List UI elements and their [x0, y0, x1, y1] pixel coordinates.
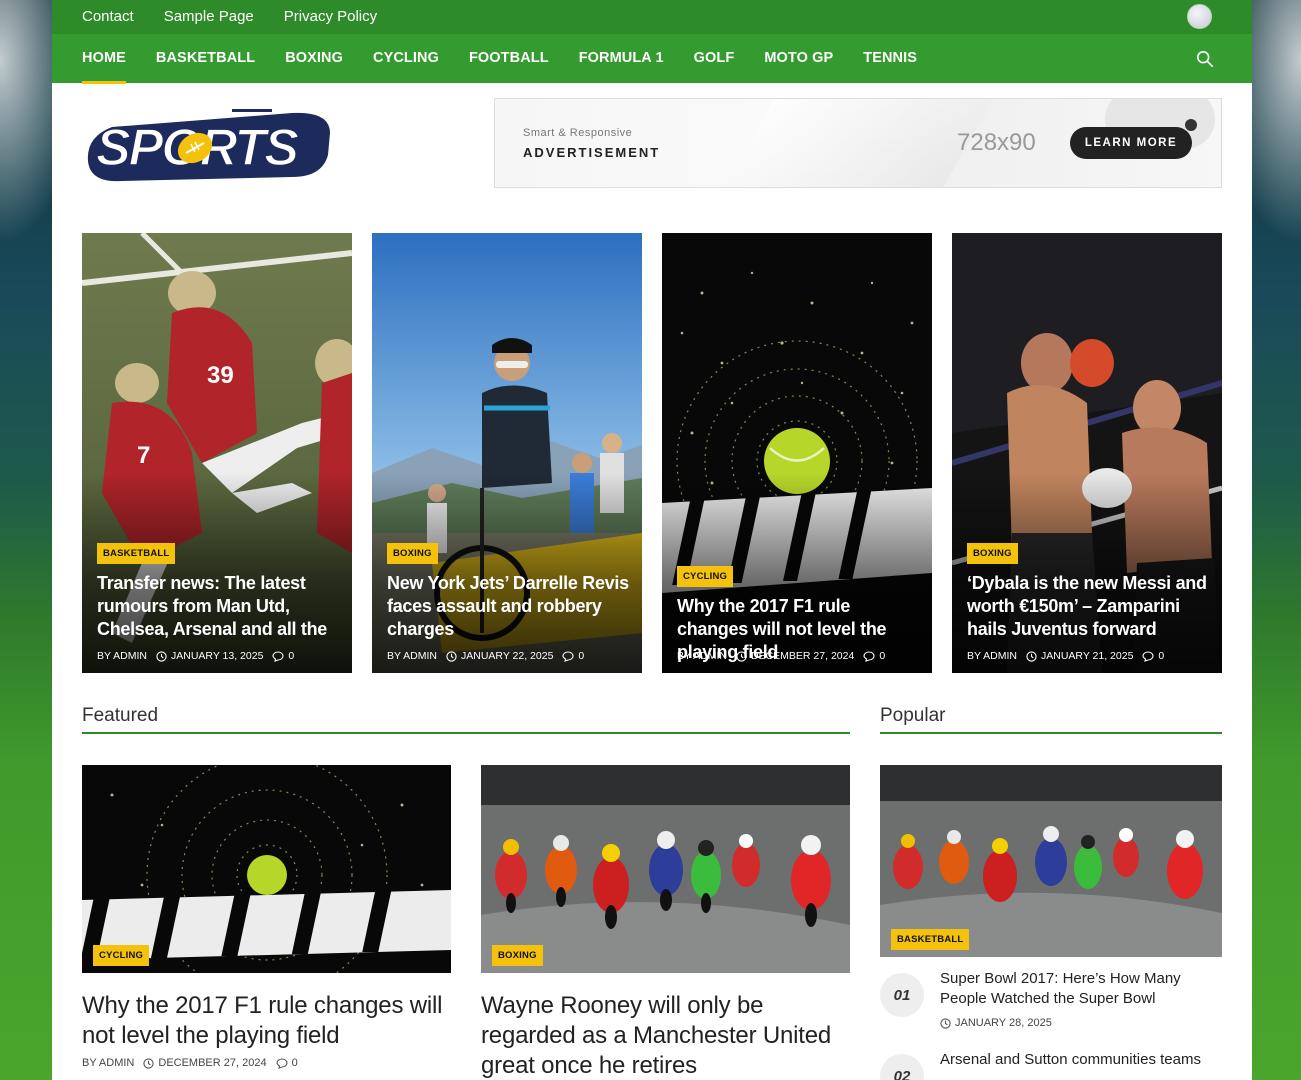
featured-divider — [82, 732, 850, 734]
nav-item-cycling[interactable]: CYCLING — [373, 34, 439, 84]
clock-icon — [446, 650, 457, 662]
category-badge[interactable]: BOXING — [492, 945, 543, 966]
popular-title[interactable]: Arsenal and Sutton communities teams — [940, 1050, 1222, 1070]
nav-item-home[interactable]: HOME — [82, 34, 126, 84]
sports-logo[interactable]: SPORTS — [82, 103, 334, 183]
featured-card[interactable]: CYCLING Why the 2017 F1 rule changes wil… — [82, 765, 451, 1069]
nav-item-golf[interactable]: GOLF — [694, 34, 735, 84]
clock-icon — [1026, 650, 1037, 662]
post-meta: BY ADMIN JANUARY 13, 2025 0 — [97, 650, 303, 662]
hero-card[interactable]: BOXING New York Jets’ Darrelle Revis fac… — [372, 233, 642, 673]
comment-count[interactable]: 0 — [578, 650, 584, 662]
nav-item-boxing[interactable]: BOXING — [285, 34, 343, 84]
author[interactable]: BY ADMIN — [82, 1057, 134, 1069]
svg-text:39: 39 — [207, 362, 234, 389]
ad-title: ADVERTISEMENT — [523, 145, 661, 160]
comment-icon — [863, 650, 875, 662]
hero-card[interactable]: CYCLING Why the 2017 F1 rule changes wil… — [662, 233, 932, 673]
category-badge[interactable]: BOXING — [387, 543, 438, 564]
ad-size: 728x90 — [957, 129, 1036, 156]
category-badge[interactable]: BASKETBALL — [97, 543, 176, 564]
clock-icon — [156, 650, 167, 662]
featured-image[interactable]: CYCLING — [82, 765, 451, 973]
hero-title[interactable]: Transfer news: The latest rumours from M… — [97, 572, 340, 641]
featured-card[interactable]: BOXING Wayne Rooney will only be regarde… — [481, 765, 850, 1080]
search-icon[interactable] — [1196, 50, 1214, 68]
post-date[interactable]: JANUARY 22, 2025 — [461, 650, 553, 662]
post-date[interactable]: DECEMBER 27, 2024 — [751, 650, 854, 662]
featured-heading: Featured — [82, 705, 159, 726]
post-meta: BY ADMIN JANUARY 21, 2025 0 — [967, 650, 1173, 662]
post-meta: BY ADMIN JANUARY 22, 2025 0 — [387, 650, 593, 662]
clock-icon — [940, 1017, 951, 1029]
featured-image[interactable]: BOXING — [481, 765, 850, 973]
author[interactable]: BY ADMIN — [677, 650, 727, 662]
comment-count[interactable]: 0 — [879, 650, 885, 662]
post-date[interactable]: JANUARY 21, 2025 — [1041, 650, 1133, 662]
top-bar: Contact Sample Page Privacy Policy — [52, 0, 1252, 33]
featured-title[interactable]: Why the 2017 F1 rule changes will not le… — [82, 991, 451, 1051]
featured-title[interactable]: Wayne Rooney will only be regarded as a … — [481, 991, 850, 1080]
comment-icon — [272, 650, 284, 662]
nav-item-moto-gp[interactable]: MOTO GP — [764, 34, 833, 84]
hero-title[interactable]: New York Jets’ Darrelle Revis faces assa… — [387, 572, 630, 641]
popular-image[interactable]: BASKETBALL — [880, 765, 1222, 957]
hero-card[interactable]: 39 7 BASKETBALL Transfer news: The lates… — [82, 233, 352, 673]
header: SPORTS Smart & Responsive ADVERTISEMENT … — [52, 83, 1252, 216]
author[interactable]: BY ADMIN — [97, 650, 147, 662]
top-link-privacy-policy[interactable]: Privacy Policy — [284, 8, 377, 25]
comment-icon — [276, 1057, 288, 1069]
category-badge[interactable]: CYCLING — [677, 566, 734, 587]
main-navigation: HOME BASKETBALL BOXING CYCLING FOOTBALL … — [52, 33, 1252, 84]
comment-count[interactable]: 0 — [1158, 650, 1164, 662]
nav-item-formula-1[interactable]: FORMULA 1 — [579, 34, 664, 84]
hero-title[interactable]: ‘Dybala is the new Messi and worth €150m… — [967, 572, 1210, 641]
clock-icon — [736, 650, 747, 662]
post-date[interactable]: JANUARY 28, 2025 — [955, 1017, 1052, 1029]
post-date[interactable]: DECEMBER 27, 2024 — [158, 1057, 266, 1069]
category-badge[interactable]: BASKETBALL — [891, 929, 970, 950]
nav-item-football[interactable]: FOOTBALL — [469, 34, 549, 84]
author[interactable]: BY ADMIN — [967, 650, 1017, 662]
nav-item-tennis[interactable]: TENNIS — [863, 34, 917, 84]
dark-mode-toggle[interactable] — [1187, 4, 1212, 29]
top-link-sample-page[interactable]: Sample Page — [164, 8, 254, 25]
comment-count[interactable]: 0 — [292, 1057, 298, 1069]
ad-tagline: Smart & Responsive — [523, 127, 633, 139]
hero-grid: 39 7 BASKETBALL Transfer news: The lates… — [82, 233, 1222, 673]
author[interactable]: BY ADMIN — [387, 650, 437, 662]
popular-heading: Popular — [880, 705, 946, 726]
popular-divider — [880, 732, 1222, 734]
ad-decoration — [1185, 119, 1197, 131]
site-container: Contact Sample Page Privacy Policy HOME … — [52, 0, 1252, 1080]
post-meta: JANUARY 28, 2025 — [940, 1017, 1052, 1029]
popular-rank: 01 — [880, 973, 924, 1017]
top-link-contact[interactable]: Contact — [82, 8, 134, 25]
comment-icon — [562, 650, 574, 662]
category-badge[interactable]: BOXING — [967, 543, 1018, 564]
popular-rank: 02 — [880, 1054, 924, 1080]
category-badge[interactable]: CYCLING — [93, 945, 150, 966]
post-date[interactable]: JANUARY 13, 2025 — [171, 650, 263, 662]
ad-learn-more-button[interactable]: LEARN MORE — [1070, 127, 1192, 159]
popular-title[interactable]: Super Bowl 2017: Here’s How Many People … — [940, 969, 1222, 1009]
svg-text:7: 7 — [137, 442, 150, 469]
post-meta: BY ADMIN DECEMBER 27, 2024 0 — [677, 650, 894, 662]
post-meta: BY ADMIN DECEMBER 27, 2024 0 — [82, 1057, 451, 1069]
hero-card[interactable]: BOXING ‘Dybala is the new Messi and wort… — [952, 233, 1222, 673]
clock-icon — [143, 1057, 155, 1069]
comment-count[interactable]: 0 — [288, 650, 294, 662]
featured-image-motogp — [481, 765, 850, 973]
featured-image-tennis-ball — [82, 765, 451, 973]
comment-icon — [1142, 650, 1154, 662]
advertisement-banner[interactable]: Smart & Responsive ADVERTISEMENT 728x90 … — [494, 98, 1222, 188]
nav-item-basketball[interactable]: BASKETBALL — [156, 34, 255, 84]
